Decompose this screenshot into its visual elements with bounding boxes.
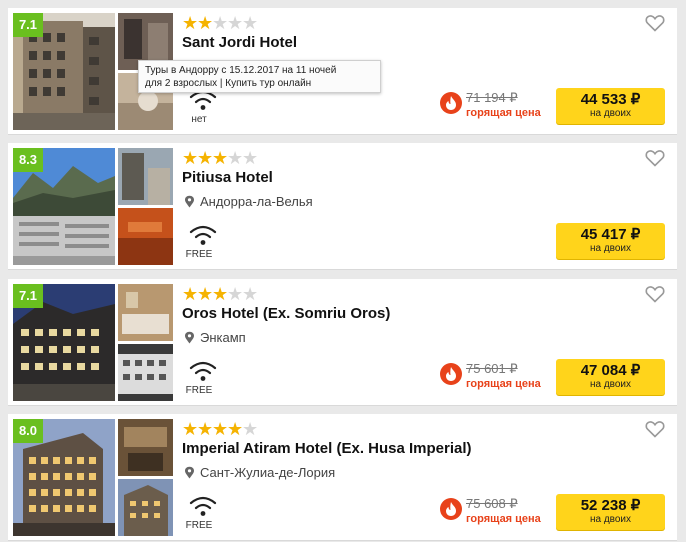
- price-subtitle: на двоих: [589, 108, 632, 119]
- star-icon: ★: [212, 284, 229, 304]
- wifi-icon: [189, 361, 217, 381]
- rating-badge: 7.1: [13, 13, 43, 37]
- rating-badge: 7.1: [13, 284, 43, 308]
- hotel-photo-thumb[interactable]: [118, 344, 173, 401]
- map-pin-icon: [185, 195, 194, 208]
- hotel-photo-thumb[interactable]: [118, 208, 173, 265]
- location-label: Андорра-ла-Велья: [200, 194, 313, 209]
- hotel-photo-thumb[interactable]: [118, 148, 173, 205]
- star-icon: ★: [242, 284, 259, 304]
- hotel-location: Сант-Жулиа-де-Лория: [184, 465, 335, 480]
- hotel-photo-image: [118, 148, 173, 205]
- hotel-photo-thumb[interactable]: [118, 479, 173, 536]
- tooltip-line: для 2 взрослых | Купить тур онлайн: [145, 78, 312, 89]
- hot-price-label: горящая цена: [466, 513, 541, 525]
- star-icon: ★: [212, 148, 229, 168]
- wifi-icon: [189, 496, 217, 516]
- map-pin-icon: [185, 331, 194, 344]
- wifi-label: FREE: [185, 385, 213, 396]
- hotel-name[interactable]: Oros Hotel (Ex. Somriu Oros): [182, 305, 390, 322]
- price-button[interactable]: 44 533 ₽ на двоих: [556, 88, 665, 124]
- star-rating: ★★★★★: [182, 13, 259, 33]
- wifi-icon: [189, 225, 217, 245]
- rating-badge: 8.3: [13, 148, 43, 172]
- star-icon: ★: [212, 419, 229, 439]
- hotel-card[interactable]: 8.0 ★★★★★ Imperial Atiram Hotel (Ex. Hus…: [8, 414, 677, 541]
- hotel-photo-image: [118, 479, 173, 536]
- hotel-photo-thumb[interactable]: [118, 419, 173, 476]
- hotel-photo-image: [118, 284, 173, 341]
- hotel-name[interactable]: Pitiusa Hotel: [182, 169, 273, 186]
- star-icon: ★: [227, 148, 244, 168]
- favorite-heart-icon[interactable]: [645, 14, 665, 32]
- favorite-heart-icon[interactable]: [645, 285, 665, 303]
- star-icon: ★: [242, 13, 259, 33]
- rating-badge: 8.0: [13, 419, 43, 443]
- favorite-heart-icon[interactable]: [645, 420, 665, 438]
- hotel-location: Андорра-ла-Велья: [184, 194, 313, 209]
- hotel-name[interactable]: Sant Jordi Hotel: [182, 34, 297, 51]
- fire-icon: [440, 498, 462, 520]
- price-value: 44 533 ₽: [580, 91, 641, 108]
- star-icon: ★: [197, 419, 214, 439]
- price-subtitle: на двоих: [589, 243, 632, 254]
- hotel-photo-image: [118, 344, 173, 401]
- old-price: 71 194 ₽: [466, 90, 518, 105]
- star-rating: ★★★★★: [182, 419, 259, 439]
- hotel-card[interactable]: 8.3 ★★★★★ Pitiusa Hotel Андорра-ла-Велья…: [8, 143, 677, 270]
- star-rating: ★★★★★: [182, 148, 259, 168]
- star-icon: ★: [242, 419, 259, 439]
- star-icon: ★: [182, 148, 199, 168]
- price-button[interactable]: 45 417 ₽ на двоих: [556, 223, 665, 259]
- hotel-photo-image: [118, 419, 173, 476]
- star-rating: ★★★★★: [182, 284, 259, 304]
- price-value: 52 238 ₽: [580, 497, 641, 514]
- star-icon: ★: [197, 148, 214, 168]
- hotel-card[interactable]: 7.1 ★★★★★ Oros Hotel (Ex. Somriu Oros) Э…: [8, 279, 677, 406]
- fire-icon: [440, 92, 462, 114]
- hotel-location: Энкамп: [184, 330, 246, 345]
- old-price: 75 601 ₽: [466, 361, 518, 376]
- star-icon: ★: [242, 148, 259, 168]
- star-icon: ★: [227, 13, 244, 33]
- price-button[interactable]: 52 238 ₽ на двоих: [556, 494, 665, 530]
- star-icon: ★: [197, 284, 214, 304]
- star-icon: ★: [182, 284, 199, 304]
- wifi-label: нет: [191, 114, 207, 125]
- price-subtitle: на двоих: [589, 379, 632, 390]
- location-label: Сант-Жулиа-де-Лория: [200, 465, 336, 480]
- hotel-name[interactable]: Imperial Atiram Hotel (Ex. Husa Imperial…: [182, 440, 472, 457]
- map-pin-icon: [185, 466, 194, 479]
- star-icon: ★: [227, 284, 244, 304]
- price-value: 45 417 ₽: [580, 226, 641, 243]
- old-price: 75 608 ₽: [466, 496, 518, 511]
- wifi-label: FREE: [185, 520, 213, 531]
- price-value: 47 084 ₽: [580, 362, 641, 379]
- tour-tooltip: Туры в Андорру с 15.12.2017 на 11 ночей …: [138, 60, 381, 93]
- star-icon: ★: [182, 13, 199, 33]
- price-button[interactable]: 47 084 ₽ на двоих: [556, 359, 665, 395]
- star-icon: ★: [227, 419, 244, 439]
- price-subtitle: на двоих: [589, 514, 632, 525]
- wifi-label: FREE: [185, 249, 213, 260]
- location-label: Энкамп: [200, 330, 246, 345]
- star-icon: ★: [212, 13, 229, 33]
- hot-price-label: горящая цена: [466, 107, 541, 119]
- hot-price-label: горящая цена: [466, 378, 541, 390]
- favorite-heart-icon[interactable]: [645, 149, 665, 167]
- hotel-photo-thumb[interactable]: [118, 284, 173, 341]
- fire-icon: [440, 363, 462, 385]
- tooltip-line: Туры в Андорру с 15.12.2017 на 11 ночей: [145, 65, 337, 76]
- star-icon: ★: [197, 13, 214, 33]
- star-icon: ★: [182, 419, 199, 439]
- hotel-photo-image: [118, 208, 173, 265]
